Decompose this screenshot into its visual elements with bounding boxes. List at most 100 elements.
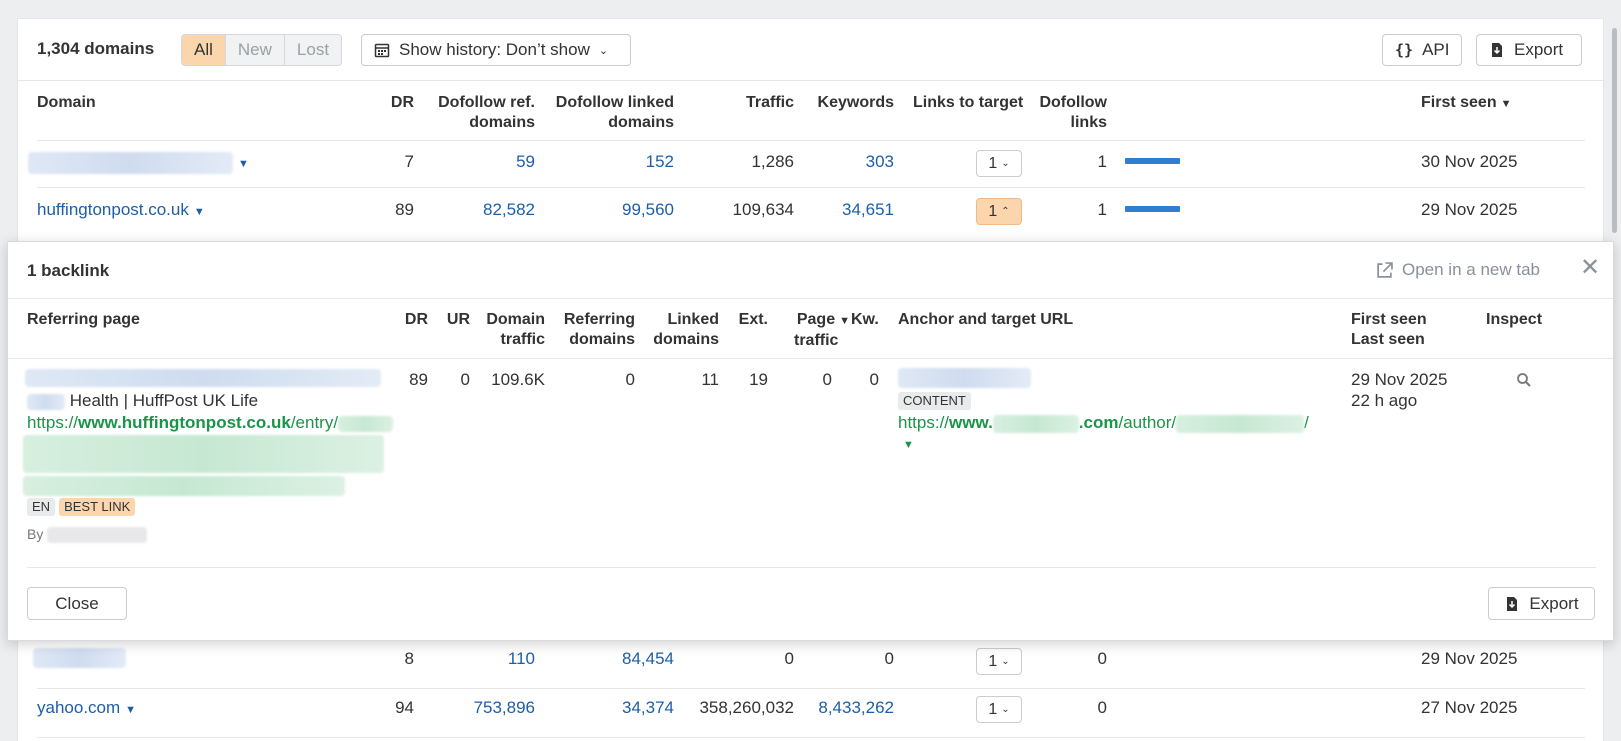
chevron-down-icon: ⌄ [1001,656,1010,667]
links-to-target-dropdown[interactable]: 1 ⌄ [976,150,1022,177]
page-traffic-value: 0 [822,370,832,389]
kw-value: 0 [869,370,879,389]
filter-lost[interactable]: Lost [283,35,342,65]
links-to-target-dropdown[interactable]: 1 ⌃ [976,198,1022,225]
col-dofollow-links[interactable]: Dofollow links [1033,93,1107,133]
keywords-link[interactable]: 8,433,262 [798,698,894,718]
ref-domains-link[interactable]: 110 [448,649,535,669]
col-anchor[interactable]: Anchor and target URL [898,310,1073,330]
col-ur[interactable]: UR [438,310,470,330]
calendar-icon [374,43,390,58]
chevron-down-icon: ▼ [125,704,137,716]
filter-all[interactable]: All [182,35,225,65]
linked-domains-link[interactable]: 11 [643,370,719,390]
ext-link[interactable]: 19 [728,370,768,390]
divider [8,298,1613,299]
linked-domains-link[interactable]: 152 [578,152,674,172]
col-first-last-seen[interactable]: First seen Last seen [1351,310,1427,350]
domain-cell[interactable]: ▼ [28,152,249,174]
api-label: API [1422,40,1450,59]
redacted-text [23,435,384,473]
col-domain[interactable]: Domain [37,93,96,113]
col-label: links [1070,114,1107,131]
col-label: domains [653,331,719,348]
url-prefix: https:// [27,413,79,432]
domains-count: 1,304 domains [37,39,155,58]
url-host: www.huffingtonpost.co.uk [78,413,291,432]
col-referring-page[interactable]: Referring page [27,310,140,330]
domain-traffic-value: 109.6K [491,370,545,389]
col-first-seen[interactable]: First seen ▼ [1421,93,1511,114]
col-links-to-target[interactable]: Links to target [913,93,1023,113]
col-dofollow-ref-domains[interactable]: Dofollow ref. domains [423,93,535,133]
col-dr[interactable]: DR [398,310,428,330]
col-dr[interactable]: DR [384,93,414,113]
history-label: Show history: Don’t show [399,40,590,59]
col-kw[interactable]: Kw. [851,310,879,330]
search-icon [1517,373,1531,387]
ref-domains-link[interactable]: 59 [448,152,535,172]
api-button[interactable]: {} API [1382,34,1462,66]
ref-domains-link[interactable]: 82,582 [448,200,535,220]
col-inspect: Inspect [1486,311,1543,328]
col-keywords[interactable]: Keywords [808,93,894,113]
filter-new[interactable]: New [224,35,284,65]
links-to-target-dropdown[interactable]: 1 ⌄ [976,648,1022,675]
domain-link[interactable]: huffingtonpost.co.uk [37,200,189,219]
scrollbar[interactable] [1612,28,1617,233]
col-page-traffic[interactable]: Page ▼ traffic [778,310,852,351]
linked-domains-link[interactable]: 84,454 [578,649,674,669]
dr-value: 89 [409,370,428,389]
backlink-popover: 1 backlink Open in a new tab ✕ Referring… [7,241,1614,641]
traffic-value: 358,260,032 [699,698,794,717]
close-icon[interactable]: ✕ [1580,256,1600,280]
dropdown-value: 1 [988,154,998,172]
col-label: Linked [667,311,719,328]
popover-export-button[interactable]: Export [1488,587,1595,620]
domain-cell[interactable] [33,647,126,668]
col-dofollow-linked-domains[interactable]: Dofollow linked domains [543,93,674,133]
chevron-down-icon[interactable]: ▼ [903,435,914,455]
referring-page-title[interactable]: Health | HuffPost UK Life [27,391,258,411]
col-domain-traffic[interactable]: Domain traffic [478,310,545,350]
domain-link[interactable]: yahoo.com [37,698,120,717]
keywords-link[interactable]: 303 [808,152,894,172]
col-traffic[interactable]: Traffic [718,93,794,113]
divider [37,187,1585,188]
url-prefix: https:// [898,413,950,432]
popover-title: 1 backlink [27,261,110,280]
last-seen-value: 22 h ago [1351,391,1418,410]
dr-value: 7 [404,152,414,171]
dropdown-value: 1 [988,652,998,670]
content-tag: CONTENT [898,392,971,410]
domain-cell[interactable]: huffingtonpost.co.uk ▼ [37,200,205,222]
keywords-value: 0 [884,649,894,668]
links-to-target-dropdown[interactable]: 1 ⌄ [976,696,1022,723]
linked-domains-link[interactable]: 99,560 [578,200,674,220]
download-icon [1507,596,1518,611]
sort-down-icon: ▼ [839,315,850,327]
redacted-text [47,527,148,544]
keywords-link[interactable]: 34,651 [808,200,894,220]
tags: EN BEST LINK [27,498,136,516]
col-ext[interactable]: Ext. [728,310,768,330]
referring-page-url[interactable]: https://www.huffingtonpost.co.uk/entry/ [27,413,394,433]
traffic-value: 0 [784,649,794,668]
col-label: Domain [486,311,545,328]
col-label: Dofollow ref. [438,94,535,111]
open-new-tab-link[interactable]: Open in a new tab [1376,260,1540,280]
history-dropdown[interactable]: Show history: Don’t show ⌄ [361,34,631,66]
export-button[interactable]: Export [1476,34,1582,66]
sort-down-icon: ▼ [1500,98,1512,110]
divider [37,140,1585,141]
domain-cell[interactable]: yahoo.com ▼ [37,698,136,720]
col-referring-domains[interactable]: Referring domains [553,310,635,350]
target-url[interactable]: https://www. .com/author/ / [898,413,1309,433]
col-linked-domains[interactable]: Linked domains [643,310,719,350]
ref-domains-link[interactable]: 753,896 [448,698,535,718]
linked-domains-link[interactable]: 34,374 [578,698,674,718]
inspect-button[interactable] [1516,372,1532,393]
close-button[interactable]: Close [27,587,127,620]
traffic-value: 109,634 [732,200,794,219]
dr-value: 94 [395,698,414,717]
